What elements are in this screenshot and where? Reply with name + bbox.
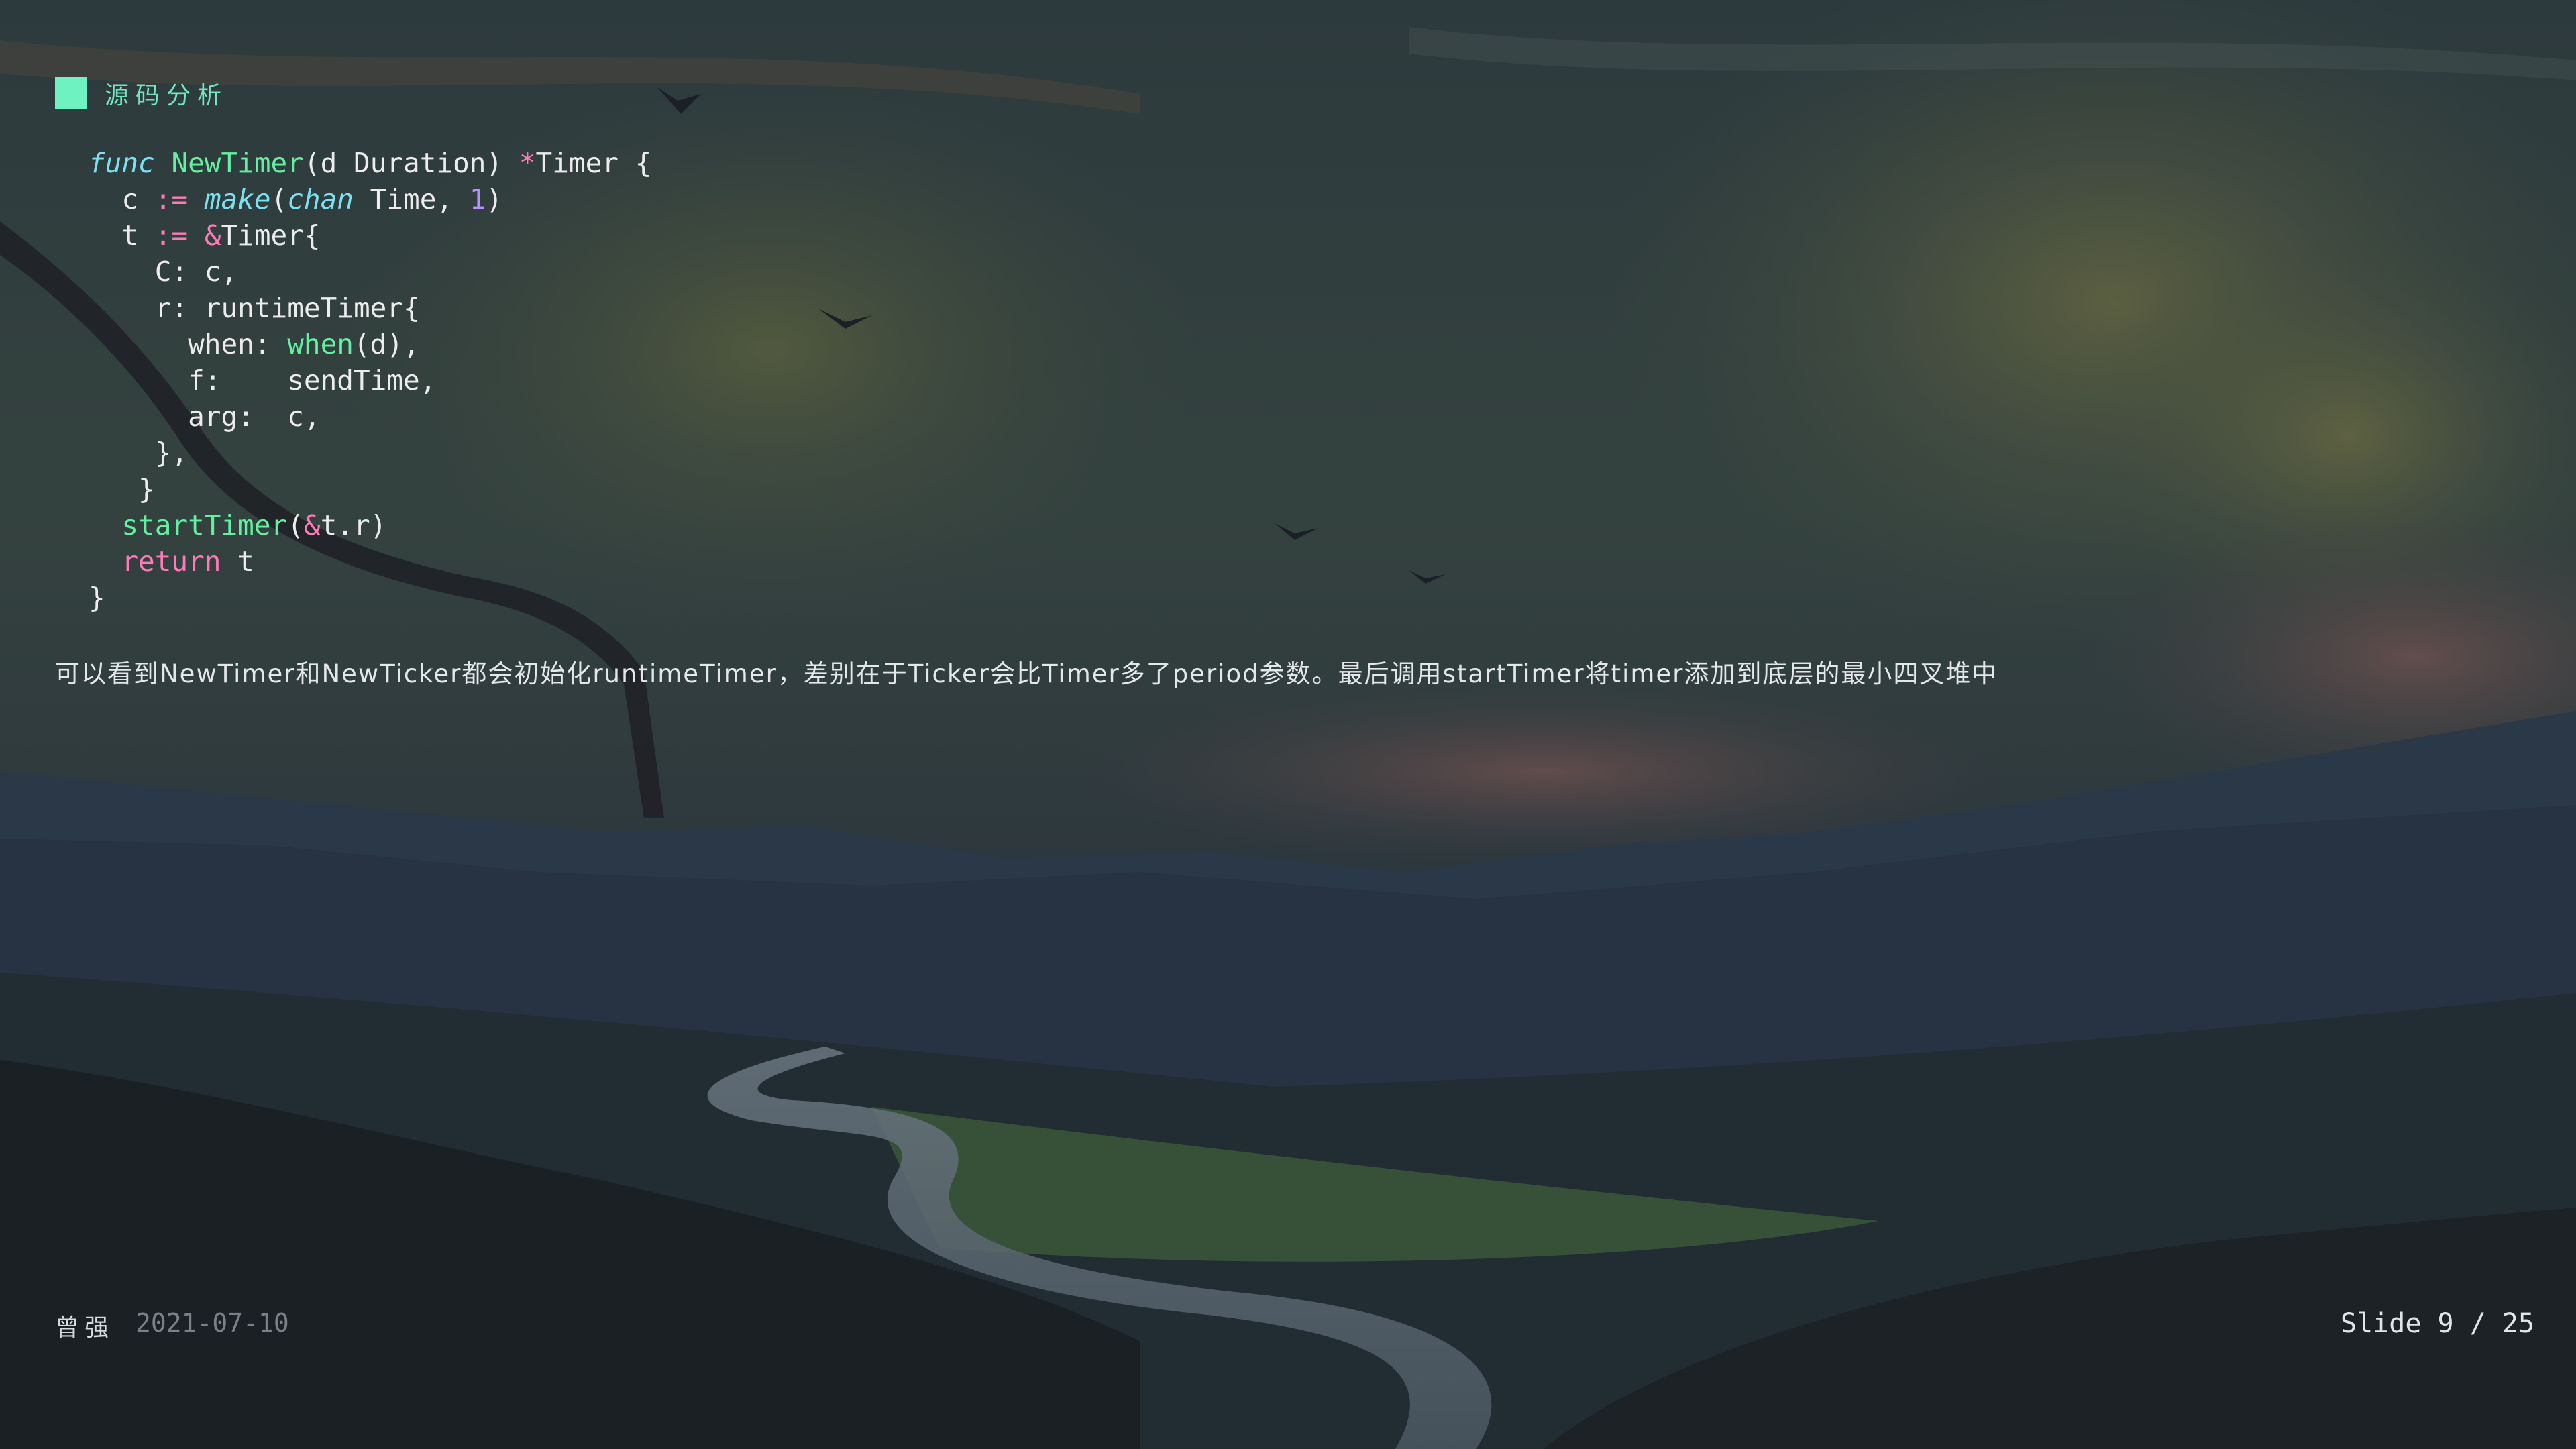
code-token: when: [89,328,288,360]
code-token: return [121,545,221,578]
code-line: when: when(d), [89,326,651,362]
footer-author: 曾强 [55,1314,115,1342]
code-token: C: c, [89,256,238,288]
code-token: 1 [469,183,486,215]
code-block: func NewTimer(d Duration) *Timer { c := … [89,145,651,616]
code-line: f: sendTime, [89,362,651,398]
section-heading-text: 源码分析 [105,82,229,109]
code-token: c [89,183,155,215]
code-token: t.r) [320,509,387,541]
code-token: chan [287,183,354,215]
section-heading: 源码分析 [55,75,228,111]
code-token: (d), [353,328,420,360]
code-line: func NewTimer(d Duration) *Timer { [89,145,651,181]
code-token: t [221,545,254,578]
code-token: when [287,328,354,360]
code-line: arg: c, [89,398,651,435]
code-line: }, [89,435,651,471]
code-token: }, [89,437,189,469]
code-token: ( [287,509,304,541]
code-token: & [303,509,321,541]
code-token: t [89,219,155,252]
footer-date: 2021-07-10 [136,1308,289,1338]
code-token: ) [486,183,503,215]
code-line: c := make(chan Time, 1) [89,181,651,217]
code-token: startTimer [121,509,288,541]
code-token: r: runtimeTimer{ [89,292,420,324]
square-marker-icon [55,77,87,109]
code-token: NewTimer [171,147,304,179]
code-line: return t [89,543,651,580]
code-token: func [89,147,155,179]
code-token: } [89,582,105,614]
code-line: C: c, [89,254,651,290]
code-token: Timer{ [221,219,321,252]
code-token: make [204,183,271,215]
code-token: := [154,183,189,215]
code-token: ( [270,183,288,215]
code-token: * [519,147,536,179]
code-token: } [89,473,155,505]
code-line: r: runtimeTimer{ [89,290,651,326]
code-token: := [154,219,189,252]
code-line: } [89,580,651,616]
code-line: startTimer(&t.r) [89,507,651,543]
slide-counter: Slide 9 / 25 [2341,1308,2534,1339]
slide: 源码分析 func NewTimer(d Duration) *Timer { … [0,0,2576,1449]
code-token: & [204,219,221,252]
code-line: } [89,471,651,507]
explanation-text: 可以看到NewTimer和NewTicker都会初始化runtimeTimer，… [55,659,1998,688]
code-token: (d Duration) [303,147,519,179]
code-token: arg: c, [89,400,321,433]
code-line: t := &Timer{ [89,217,651,254]
code-token: f: sendTime, [89,364,437,396]
code-token: Timer { [535,147,652,179]
code-token: Time, [354,183,470,215]
